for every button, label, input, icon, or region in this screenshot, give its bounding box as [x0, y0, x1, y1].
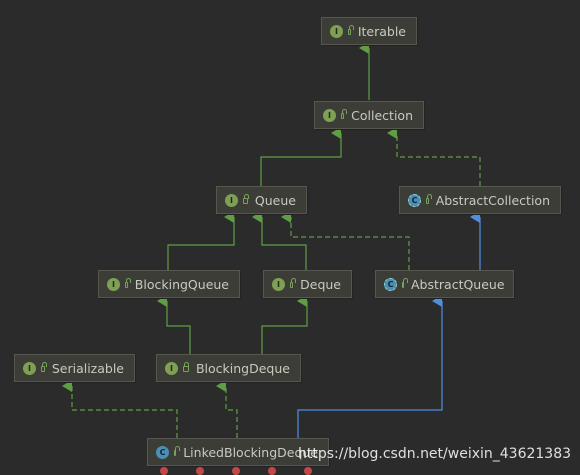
lock-icon — [290, 278, 297, 288]
edge-linkedblockingdeque-abstractqueue — [297, 295, 443, 438]
edge-linkedblockingdeque-blockingdeque — [216, 380, 238, 438]
watermark-text: https://blog.csdn.net/weixin_43621383 — [298, 446, 572, 462]
lock-icon — [402, 278, 408, 288]
edge-queue-collection — [260, 127, 342, 186]
abstract-class-icon: C — [384, 277, 397, 291]
interface-icon: I — [23, 361, 36, 375]
interface-icon: I — [225, 193, 238, 207]
lock-icon — [341, 109, 348, 119]
edge-abstractqueue-queue — [281, 211, 410, 270]
class-icon: C — [156, 445, 169, 459]
lock-icon — [183, 362, 189, 372]
node-serializable[interactable]: I Serializable — [14, 354, 135, 382]
abstract-class-icon: C — [408, 193, 421, 207]
edge-blockingdeque-deque — [261, 295, 308, 354]
edge-blockingdeque-blockingqueue — [157, 295, 191, 354]
lock-icon — [174, 446, 181, 456]
node-label: Queue — [254, 192, 296, 208]
node-label: BlockingDeque — [195, 360, 290, 376]
lock-icon — [243, 194, 249, 204]
interface-icon: I — [330, 24, 343, 38]
node-collection[interactable]: I Collection — [314, 101, 424, 129]
node-blocking-deque[interactable]: I BlockingDeque — [156, 354, 301, 382]
node-abstract-collection[interactable]: C AbstractCollection — [399, 186, 561, 214]
edge-deque-queue — [252, 211, 307, 270]
edge-blockingqueue-queue — [167, 211, 235, 270]
node-label: Collection — [351, 107, 413, 123]
edge-linkedblockingdeque-serializable — [62, 380, 178, 438]
node-label: Deque — [300, 276, 341, 292]
lock-icon — [426, 194, 432, 204]
lock-icon — [41, 362, 47, 372]
edge-abstractcollection-collection — [387, 127, 481, 186]
node-label: Serializable — [51, 360, 124, 376]
lock-icon — [348, 25, 354, 35]
node-iterable[interactable]: I Iterable — [321, 17, 417, 45]
node-label: AbstractQueue — [411, 276, 505, 292]
node-label: BlockingQueue — [134, 276, 229, 292]
node-deque[interactable]: I Deque — [263, 270, 352, 298]
node-queue[interactable]: I Queue — [216, 186, 307, 214]
interface-icon: I — [107, 277, 120, 291]
diagram-canvas — [62, 42, 481, 438]
node-blocking-queue[interactable]: I BlockingQueue — [98, 270, 240, 298]
node-label: AbstractCollection — [435, 192, 550, 208]
lock-icon — [125, 278, 131, 288]
node-label: Iterable — [357, 23, 406, 39]
interface-icon: I — [165, 361, 178, 375]
interface-icon: I — [323, 108, 336, 122]
node-abstract-queue[interactable]: C AbstractQueue — [375, 270, 514, 298]
interface-icon: I — [272, 277, 285, 291]
